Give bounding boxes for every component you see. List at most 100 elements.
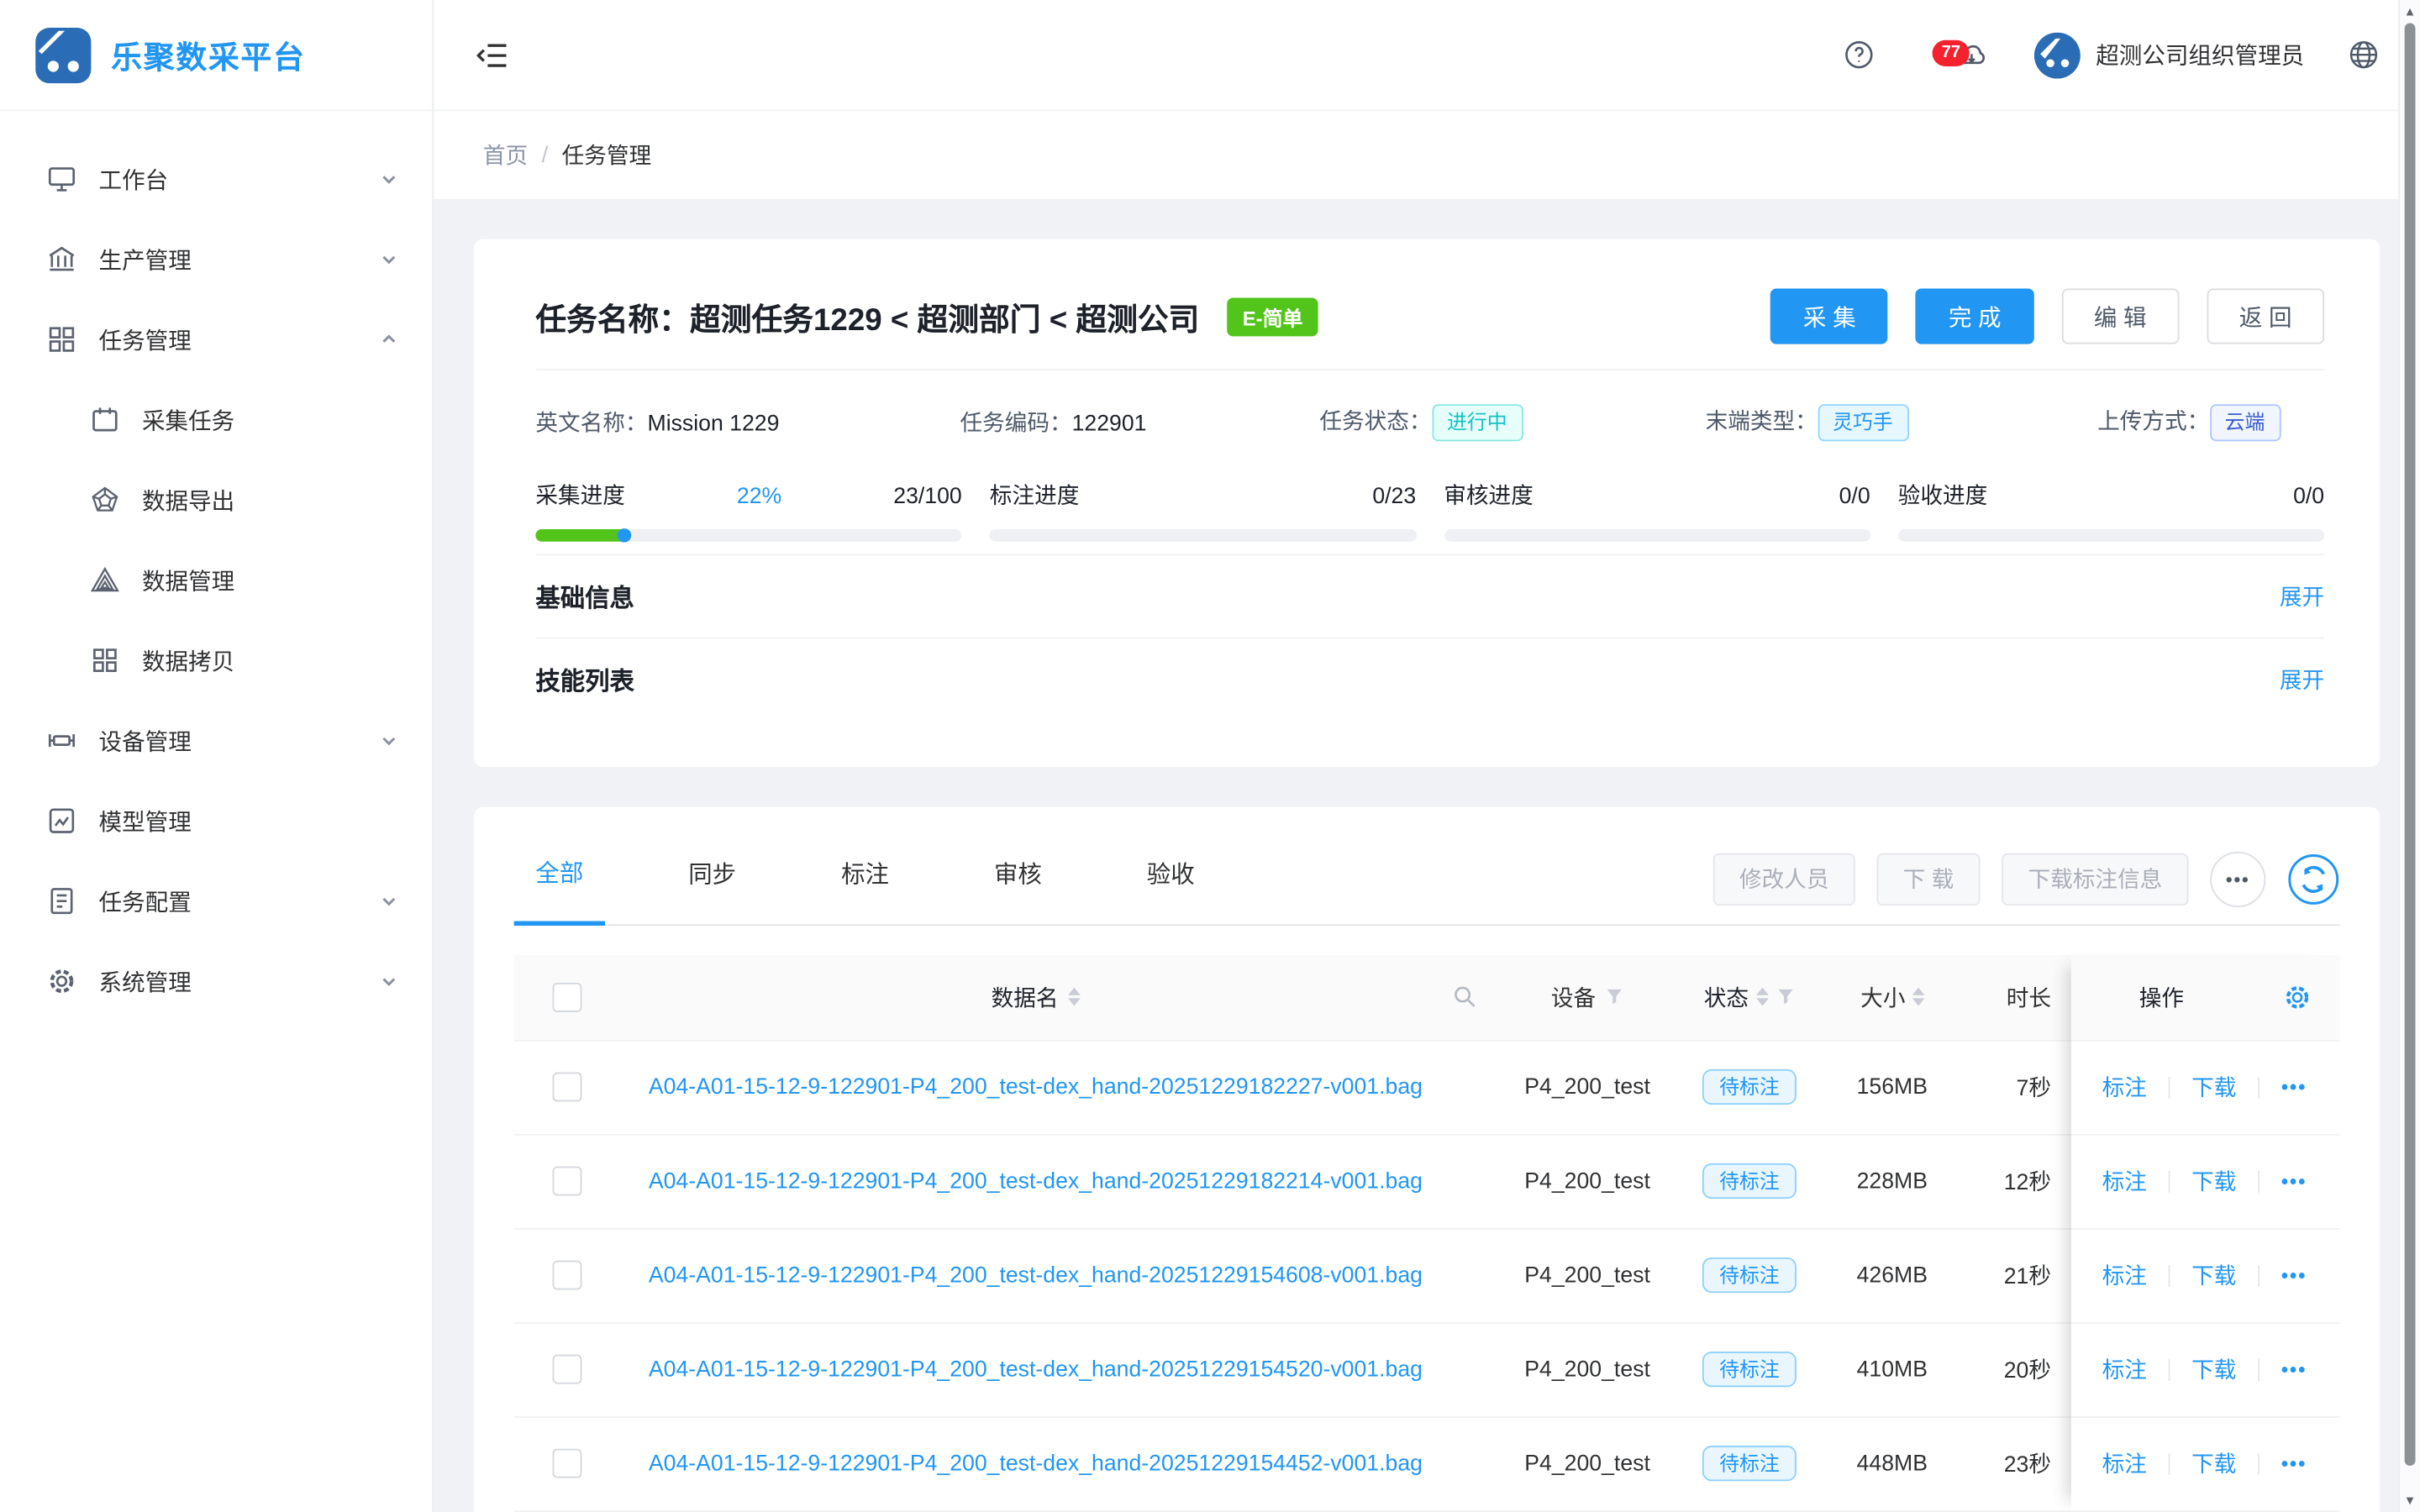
file-name-link[interactable]: A04-A01-15-12-9-122901-P4_200_test-dex_h… xyxy=(649,1168,1423,1193)
status-badge: 待标注 xyxy=(1702,1352,1797,1388)
scrollbar-thumb[interactable] xyxy=(2404,24,2415,1466)
field-label: 末端类型： xyxy=(1706,411,1818,435)
modify-personnel-button[interactable]: 修改人员 xyxy=(1713,853,1855,905)
vertical-scrollbar[interactable]: ▲ ▼ xyxy=(2398,0,2420,1512)
divider xyxy=(2169,1076,2170,1098)
task-info-row: 英文名称：Mission 1229 任务编码：122901 任务状态：进行中 末… xyxy=(535,370,2324,441)
tab-all[interactable]: 全部 xyxy=(514,832,605,925)
sidebar-item-data-management[interactable]: 数据管理 xyxy=(0,540,432,621)
user-name[interactable]: 超测公司组织管理员 xyxy=(2096,39,2304,71)
sidebar-item-label: 工作台 xyxy=(99,163,169,196)
more-row-actions[interactable]: ••• xyxy=(2281,1452,2307,1476)
field-label: 任务状态： xyxy=(1319,411,1431,435)
divider xyxy=(2169,1264,2170,1286)
download-link[interactable]: 下载 xyxy=(2191,1353,2236,1386)
file-name-link[interactable]: A04-A01-15-12-9-122901-P4_200_test-dex_h… xyxy=(649,1263,1423,1288)
column-settings-gear-icon[interactable] xyxy=(2283,982,2312,1011)
sort-icon[interactable] xyxy=(1068,988,1081,1006)
download-link[interactable]: 下载 xyxy=(2191,1447,2236,1480)
back-button[interactable]: 返 回 xyxy=(2207,288,2324,344)
expand-link[interactable]: 展开 xyxy=(2280,580,2324,612)
sidebar-item-data-export[interactable]: 数据导出 xyxy=(0,459,432,540)
sidebar-item-data-copy[interactable]: 数据拷贝 xyxy=(0,620,432,701)
ellipsis-icon: ••• xyxy=(2226,869,2250,888)
download-button[interactable]: 下 载 xyxy=(1876,853,1980,905)
download-link[interactable]: 下载 xyxy=(2191,1259,2236,1292)
globe-icon[interactable] xyxy=(2348,39,2381,71)
duration-cell: 12秒 xyxy=(1954,1165,2051,1198)
help-icon[interactable] xyxy=(1843,39,1876,71)
edit-button[interactable]: 编 辑 xyxy=(2061,288,2179,344)
chevron-down-icon xyxy=(380,170,398,188)
download-annotation-button[interactable]: 下载标注信息 xyxy=(2002,853,2188,905)
more-row-actions[interactable]: ••• xyxy=(2281,1263,2307,1287)
download-link[interactable]: 下载 xyxy=(2191,1071,2236,1104)
sidebar-item-model-management[interactable]: 模型管理 xyxy=(0,780,432,861)
annotate-link[interactable]: 标注 xyxy=(2102,1353,2147,1386)
progress-ratio: 0/23 xyxy=(1372,484,1416,508)
tabs-row: 全部 同步 标注 审核 验收 修改人员 下 载 下载标注信息 ••• xyxy=(514,834,2340,925)
file-name-link[interactable]: A04-A01-15-12-9-122901-P4_200_test-dex_h… xyxy=(649,1357,1423,1382)
scroll-up-arrow[interactable]: ▲ xyxy=(2400,5,2420,19)
progress-label: 标注进度 xyxy=(990,478,1080,511)
divider xyxy=(2258,1264,2260,1286)
refresh-button[interactable] xyxy=(2287,853,2339,905)
sidebar-item-collect-task[interactable]: 采集任务 xyxy=(0,380,432,460)
divider xyxy=(2258,1452,2260,1474)
tab-annotate[interactable]: 标注 xyxy=(819,835,910,923)
column-size: 大小 xyxy=(1860,980,1905,1013)
sidebar-item-task-config[interactable]: 任务配置 xyxy=(0,861,432,942)
tab-review[interactable]: 审核 xyxy=(972,835,1063,923)
sort-icon[interactable] xyxy=(1912,988,1924,1006)
file-name-link[interactable]: A04-A01-15-12-9-122901-P4_200_test-dex_h… xyxy=(649,1452,1423,1476)
more-row-actions[interactable]: ••• xyxy=(2281,1169,2307,1193)
sidebar-item-device-management[interactable]: 设备管理 xyxy=(0,701,432,781)
more-actions-button[interactable]: ••• xyxy=(2210,851,2265,906)
file-name-link[interactable]: A04-A01-15-12-9-122901-P4_200_test-dex_h… xyxy=(649,1074,1423,1099)
tab-sync[interactable]: 同步 xyxy=(666,835,757,923)
sidebar-item-production[interactable]: 生产管理 xyxy=(0,219,432,300)
row-checkbox[interactable] xyxy=(552,1449,581,1478)
sidebar-item-task-management[interactable]: 任务管理 xyxy=(0,299,432,380)
filter-icon[interactable] xyxy=(1776,988,1795,1006)
search-icon[interactable] xyxy=(1452,984,1476,1009)
menu-fold-icon[interactable] xyxy=(474,36,511,73)
row-checkbox[interactable] xyxy=(552,1073,581,1102)
user-avatar[interactable] xyxy=(2034,32,2081,78)
filter-icon[interactable] xyxy=(1605,988,1623,1006)
sidebar-item-workbench[interactable]: 工作台 xyxy=(0,139,432,219)
row-actions: 标注 下载 ••• xyxy=(2071,1229,2340,1323)
difficulty-badge: E-简单 xyxy=(1227,297,1318,336)
size-cell: 156MB xyxy=(1857,1074,1928,1099)
annotate-link[interactable]: 标注 xyxy=(2102,1165,2147,1198)
select-all-checkbox[interactable] xyxy=(552,982,581,1011)
annotate-link[interactable]: 标注 xyxy=(2102,1071,2147,1104)
more-row-actions[interactable]: ••• xyxy=(2281,1357,2307,1381)
size-cell: 410MB xyxy=(1857,1357,1928,1382)
sidebar-item-system-management[interactable]: 系统管理 xyxy=(0,941,432,1021)
column-device: 设备 xyxy=(1551,980,1596,1013)
row-actions: 标注 下载 ••• xyxy=(2071,1417,2340,1511)
annotate-link[interactable]: 标注 xyxy=(2102,1259,2147,1292)
column-actions: 操作 xyxy=(2139,980,2184,1013)
complete-button[interactable]: 完 成 xyxy=(1916,288,2033,344)
tab-accept[interactable]: 验收 xyxy=(1125,835,1216,923)
more-row-actions[interactable]: ••• xyxy=(2281,1075,2307,1099)
sidebar-item-label: 任务管理 xyxy=(99,323,192,356)
table-row: A04-A01-15-12-9-122901-P4_200_test-dex_h… xyxy=(514,1323,2340,1417)
status-badge: 待标注 xyxy=(1702,1163,1797,1200)
download-link[interactable]: 下载 xyxy=(2191,1165,2236,1198)
row-checkbox[interactable] xyxy=(552,1167,581,1196)
divider xyxy=(2258,1358,2260,1380)
breadcrumb-home[interactable]: 首页 xyxy=(483,139,528,171)
annotate-link[interactable]: 标注 xyxy=(2102,1447,2147,1480)
expand-link[interactable]: 展开 xyxy=(2280,663,2324,696)
status-badge: 待标注 xyxy=(1702,1257,1797,1294)
scroll-down-arrow[interactable]: ▼ xyxy=(2400,1494,2420,1508)
collect-button[interactable]: 采 集 xyxy=(1770,288,1888,344)
chevron-down-icon xyxy=(380,250,398,269)
table-row: A04-A01-15-12-9-122901-P4_200_test-dex_h… xyxy=(514,1041,2340,1135)
row-checkbox[interactable] xyxy=(552,1261,581,1290)
row-checkbox[interactable] xyxy=(552,1355,581,1384)
sort-icon[interactable] xyxy=(1756,988,1769,1006)
